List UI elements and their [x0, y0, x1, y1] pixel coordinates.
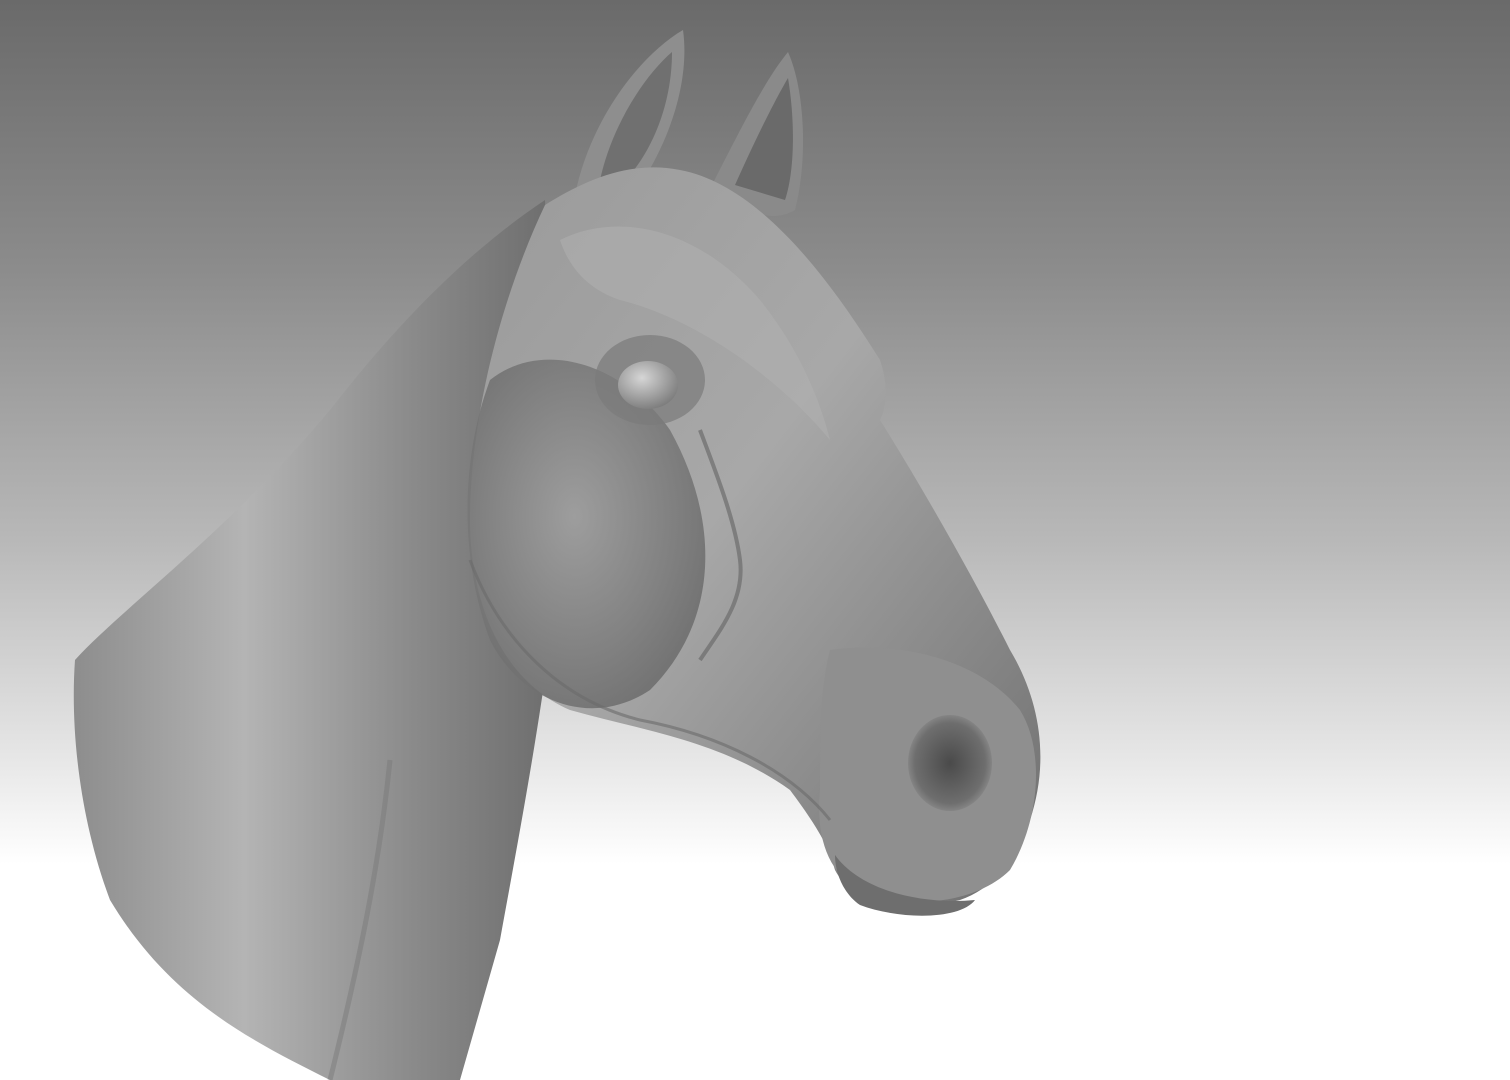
neck	[73, 200, 561, 1080]
sculpt-viewport[interactable]	[0, 0, 1510, 1080]
horse-head-model	[73, 30, 1041, 1080]
eye	[618, 361, 678, 409]
nostril	[908, 715, 992, 811]
